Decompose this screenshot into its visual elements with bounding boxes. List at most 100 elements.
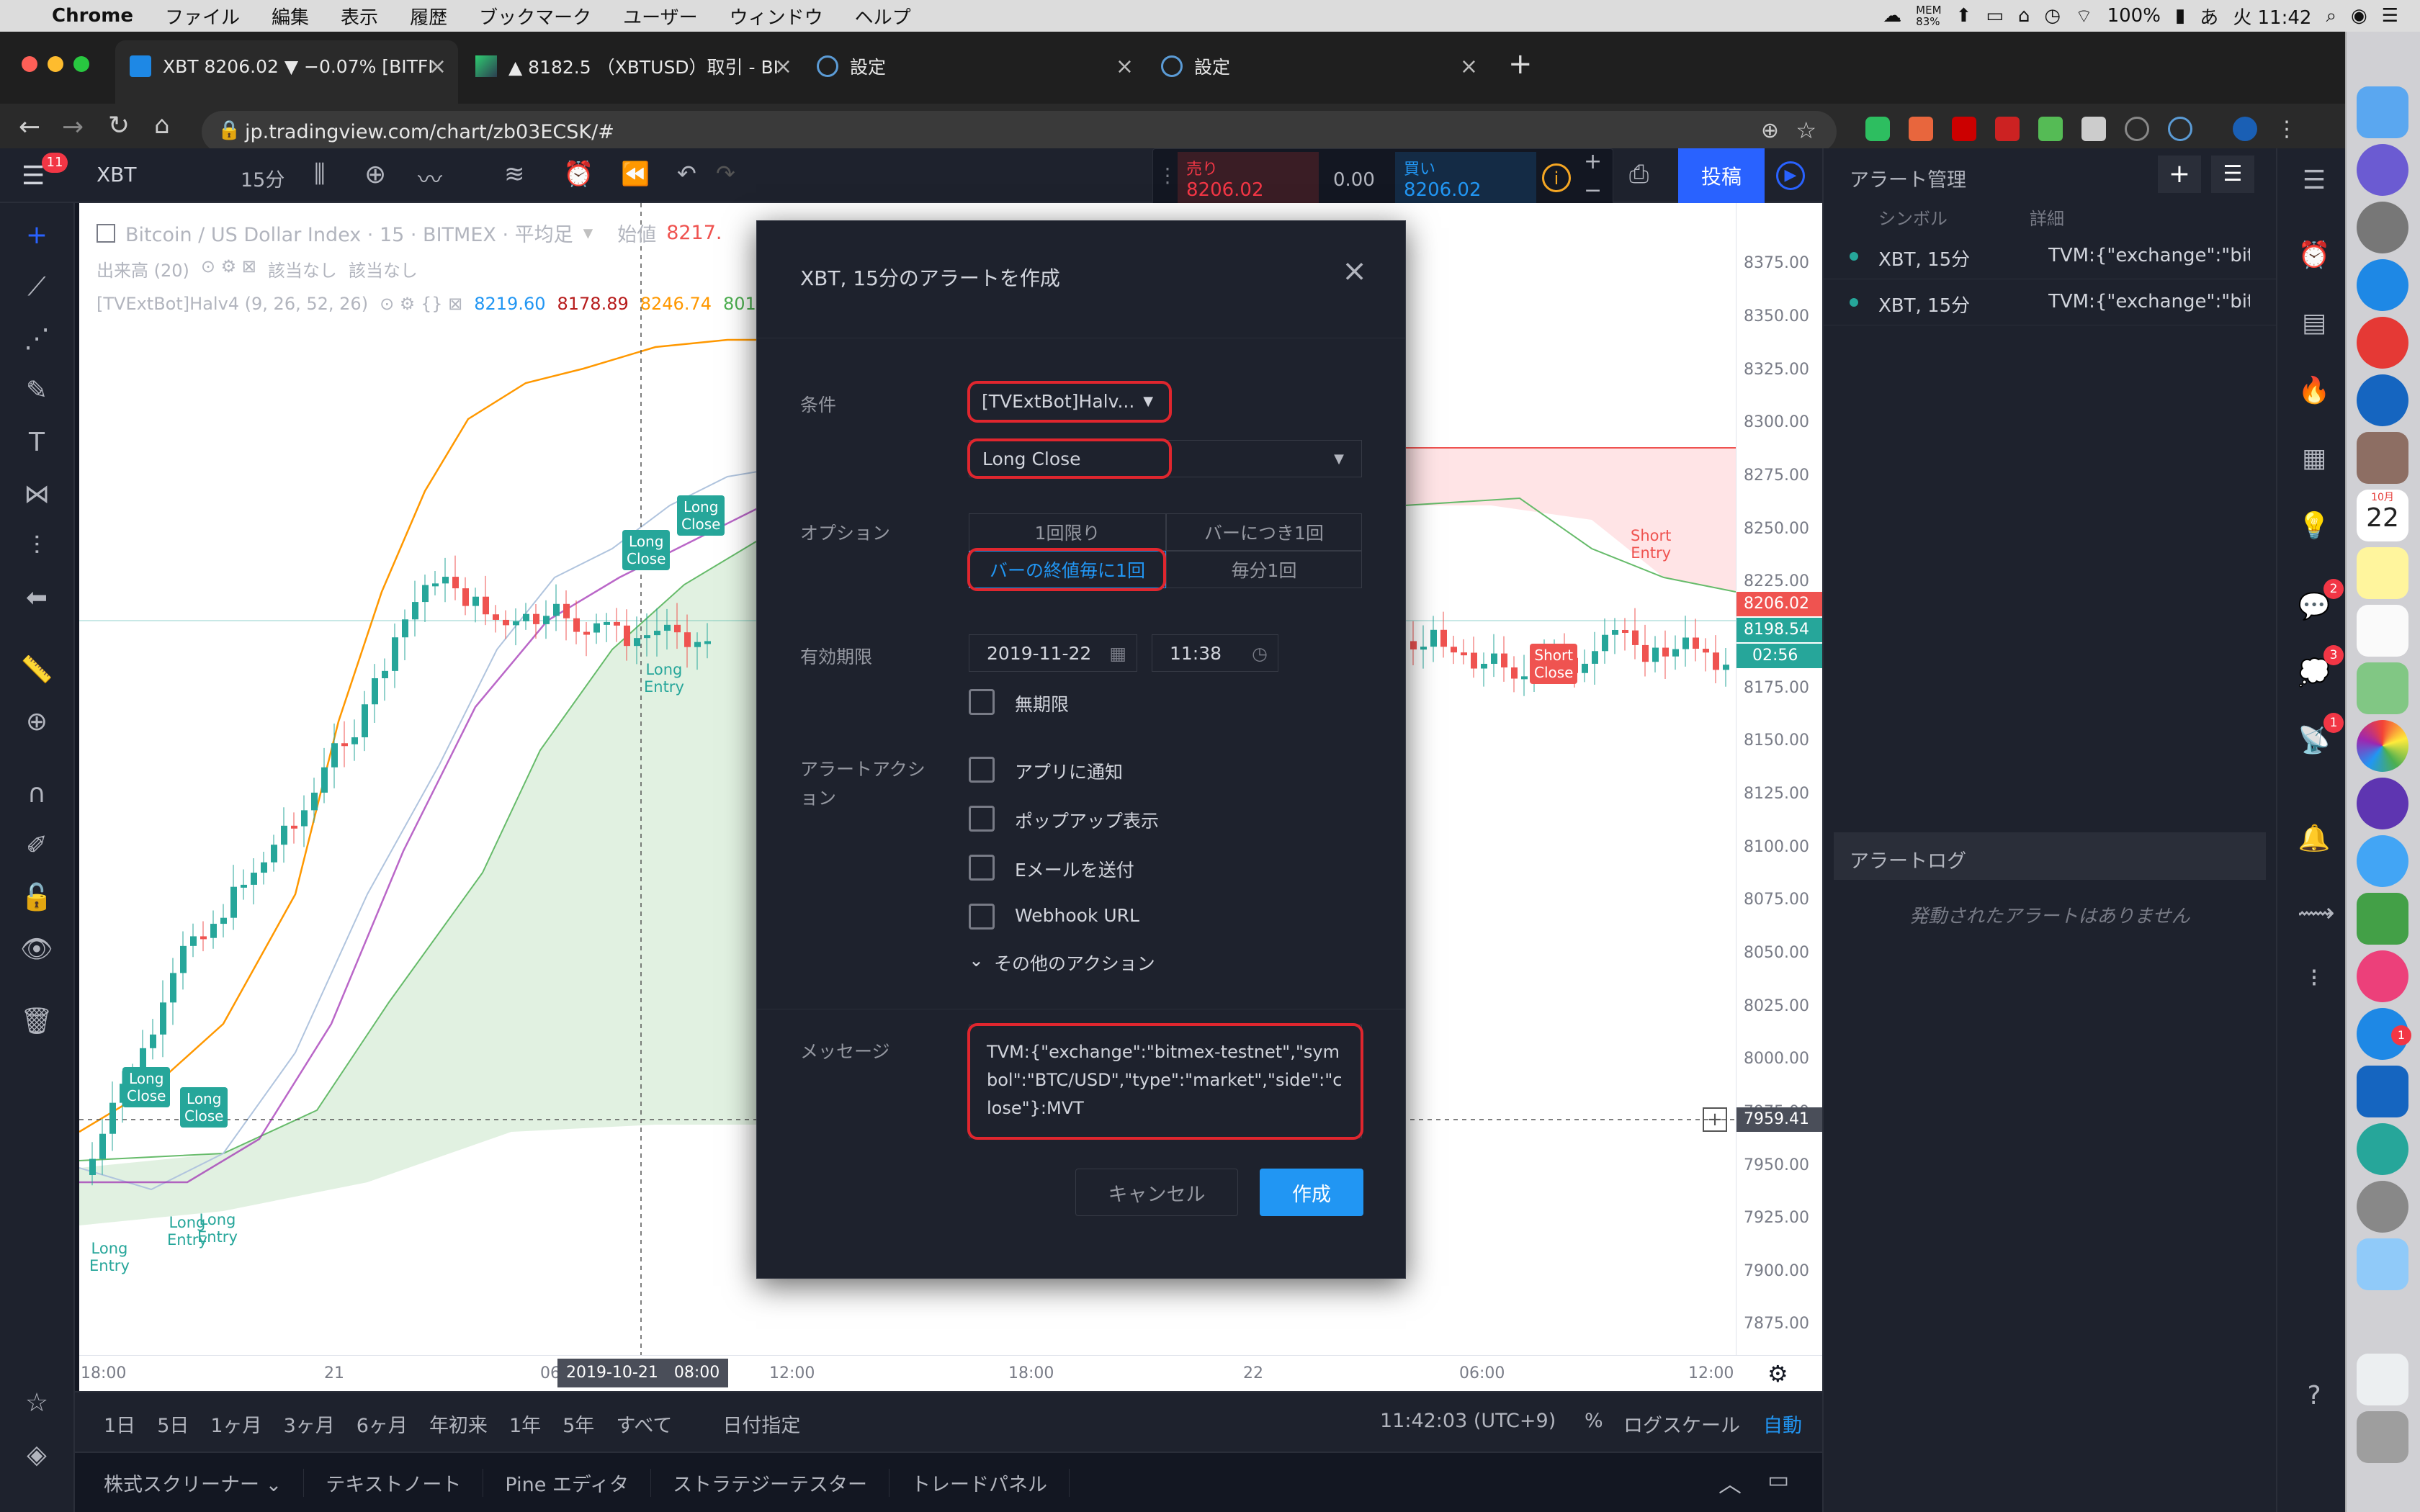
sheets-extension-icon[interactable] — [2038, 117, 2063, 141]
menu-bookmarks[interactable]: ブックマーク — [479, 3, 591, 30]
calendar-icon[interactable]: 10月 22 — [2357, 490, 2408, 541]
chrome-icon[interactable] — [2357, 317, 2408, 369]
tab-close-icon[interactable]: × — [774, 54, 792, 79]
upload-icon[interactable]: ⬆ — [1956, 5, 1972, 27]
more-actions-toggle[interactable]: ⌄ その他のアクション — [969, 950, 1155, 976]
watchlist-icon[interactable]: ☰ — [2298, 164, 2331, 197]
menu-view[interactable]: 表示 — [341, 3, 378, 30]
no-limit-checkbox[interactable] — [969, 689, 995, 715]
brush-icon[interactable]: ✎ — [20, 374, 53, 408]
menu-hamburger-icon[interactable]: ☰ — [22, 161, 45, 191]
mem-indicator[interactable]: MEM 83% — [1916, 4, 1941, 27]
indicator-settings-icons[interactable]: ⊙ ⚙ {} ⊠ — [380, 294, 462, 314]
webhook-checkbox[interactable] — [969, 904, 995, 930]
trash-icon[interactable] — [2357, 1411, 2408, 1463]
document-icon[interactable] — [2357, 1354, 2408, 1405]
range-1m[interactable]: 1ヶ月 — [210, 1410, 261, 1438]
tab-bitmex[interactable]: ▲ 8182.5 （XBTUSD）取引 - BI × — [475, 50, 792, 82]
finder-icon[interactable] — [2357, 86, 2408, 138]
redo-icon[interactable]: ↷ — [716, 160, 735, 187]
interval-button[interactable]: 15分 — [241, 164, 284, 192]
replay-icon[interactable]: ⏪ — [621, 160, 650, 187]
favorites-star-icon[interactable]: ☆ — [20, 1387, 53, 1420]
reload-icon[interactable]: ↻ — [108, 111, 130, 140]
calendar-icon[interactable]: ▦ — [2298, 442, 2331, 475]
indicator-label[interactable]: [TVExtBot]Halv4 (9, 26, 52, 26) — [97, 294, 368, 314]
preview-icon[interactable] — [2357, 1238, 2408, 1290]
range-all[interactable]: すべて — [616, 1410, 672, 1438]
sell-button[interactable]: 売り 8206.02 — [1178, 152, 1319, 207]
symbol-button[interactable]: XBT — [97, 163, 137, 186]
atom-icon[interactable] — [2357, 1123, 2408, 1175]
qty-plus-icon[interactable]: + — [1584, 149, 1602, 174]
range-1y[interactable]: 1年 — [509, 1410, 541, 1438]
clock-display[interactable]: 11:42:03 (UTC+9) — [1380, 1410, 1556, 1432]
menu-help[interactable]: ヘルプ — [855, 3, 911, 30]
create-button[interactable]: 作成 — [1260, 1169, 1363, 1216]
notifications-bell-icon[interactable]: 🔔 — [2298, 822, 2331, 855]
volume-label[interactable]: 出来高 (20) — [97, 256, 189, 282]
lock-icon[interactable]: 🔓 — [20, 881, 53, 914]
option-per-bar[interactable]: バーにつき1回 — [1166, 513, 1362, 551]
pattern-icon[interactable]: ⋈ — [20, 478, 53, 511]
tab-strategy-tester[interactable]: ストラテジーテスター — [651, 1469, 890, 1497]
buy-button[interactable]: 買い 8206.02 — [1395, 152, 1536, 207]
publish-button[interactable]: 投稿 — [1678, 148, 1765, 203]
help-icon[interactable]: ? — [2298, 1380, 2331, 1413]
undo-icon[interactable]: ↶ — [677, 160, 696, 187]
ruler-icon[interactable]: 📏 — [20, 654, 53, 687]
layers-icon[interactable]: ◈ — [20, 1439, 53, 1472]
auto-scale-toggle[interactable]: 自動 — [1763, 1410, 1802, 1438]
range-6m[interactable]: 6ヶ月 — [357, 1410, 408, 1438]
alert-icon[interactable]: ⏰ — [563, 160, 593, 189]
chart-settings-gear-icon[interactable]: ⚙ — [1767, 1360, 1788, 1387]
tab-settings-1[interactable]: 設定 × — [817, 50, 1134, 82]
add-alert-button[interactable]: + — [2158, 156, 2201, 193]
contacts-icon[interactable] — [2357, 432, 2408, 484]
symbol-title[interactable]: Bitcoin / US Dollar Index · 15 · BITMEX … — [125, 219, 573, 247]
cloud-icon[interactable]: ☁ — [1883, 5, 1901, 27]
tab-stock-screener[interactable]: 株式スクリーナー ⌄ — [104, 1469, 305, 1497]
close-icon[interactable]: × — [1342, 253, 1367, 288]
screenshot-extension-icon[interactable] — [2081, 117, 2106, 141]
menu-app-name[interactable]: Chrome — [52, 5, 133, 27]
option-per-minute[interactable]: 毎分1回 — [1166, 551, 1362, 588]
menu-window[interactable]: ウィンドウ — [730, 3, 823, 30]
profile-avatar[interactable] — [2233, 117, 2257, 141]
maximize-panel-icon[interactable]: ▭ — [1767, 1466, 1789, 1493]
menu-edit[interactable]: 編集 — [272, 3, 309, 30]
adblock-extension-icon[interactable] — [1995, 117, 2020, 141]
maps-icon[interactable] — [2357, 662, 2408, 714]
goto-date-button[interactable]: 日付指定 — [722, 1410, 800, 1438]
tab-text-notes[interactable]: テキストノート — [304, 1469, 484, 1497]
window-close-button[interactable] — [22, 56, 37, 72]
bookmark-star-icon[interactable]: ☆ — [1796, 117, 1816, 144]
tab-close-icon[interactable]: × — [429, 54, 447, 79]
messages-icon[interactable] — [2357, 835, 2408, 887]
settings-icons[interactable]: ⊙ ⚙ ⊠ — [201, 256, 256, 282]
info-icon[interactable]: i — [1542, 163, 1571, 192]
url-bar[interactable]: 🔒 jp.tradingview.com/chart/zb03ECSK/# ⊕ … — [202, 111, 1837, 153]
clock-icon[interactable]: ◷ — [1252, 643, 1268, 664]
price-axis[interactable]: 8375.00 8350.00 8325.00 8300.00 8275.00 8250.… — [1736, 203, 1823, 1386]
chart-type-icon[interactable]: ⫼ — [314, 160, 326, 189]
lock-drawing-icon[interactable]: ✐ — [20, 829, 53, 863]
alerts-clock-icon[interactable]: ⏰ — [2298, 239, 2331, 272]
magnet-icon[interactable]: ∩ — [20, 778, 53, 811]
window-zoom-button[interactable] — [73, 56, 89, 72]
imovie-icon[interactable] — [2357, 778, 2408, 829]
notify-app-checkbox[interactable] — [969, 757, 995, 783]
new-tab-icon[interactable]: + — [1508, 48, 1533, 81]
collapse-panel-icon[interactable]: ︿ — [1718, 1466, 1742, 1499]
direct-icon[interactable] — [2357, 374, 2408, 426]
expire-date-input[interactable]: 2019-11-22 ▦ — [969, 634, 1137, 672]
ime-indicator[interactable]: あ — [2200, 3, 2218, 30]
text-icon[interactable]: T — [20, 426, 53, 459]
option-once[interactable]: 1回限り — [969, 513, 1166, 551]
time-machine-icon[interactable]: ◷ — [2044, 5, 2061, 27]
battery-label[interactable]: 100% — [2107, 5, 2161, 27]
play-icon[interactable]: ▶ — [1776, 161, 1805, 190]
dom-icon[interactable]: ⁝ — [2298, 962, 2331, 995]
tab-xbt[interactable]: XBT 8206.02 ▼ −0.07% [BITFI × — [130, 50, 447, 82]
signals-icon[interactable]: ⟿ — [2298, 897, 2335, 930]
